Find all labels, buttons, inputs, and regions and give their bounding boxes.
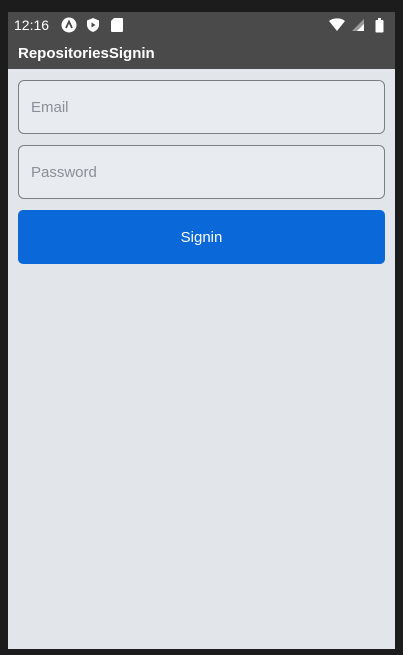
play-protect-icon: [85, 17, 101, 33]
status-bar: 12:16: [8, 12, 395, 38]
signal-icon: [350, 17, 366, 33]
sd-card-icon: [109, 17, 125, 33]
app-screen: 12:16 RepositoriesSignin Email Signin: [8, 12, 395, 649]
status-icons-right: [329, 17, 387, 33]
password-input[interactable]: [29, 162, 384, 182]
email-input[interactable]: [29, 97, 384, 117]
status-time: 12:16: [14, 17, 50, 33]
password-field[interactable]: [18, 145, 385, 199]
email-field[interactable]: [18, 80, 385, 134]
app-bar: RepositoriesSignin: [8, 38, 395, 69]
status-icons-left: [61, 17, 125, 33]
battery-icon: [371, 17, 387, 33]
signin-form: Signin: [8, 69, 395, 264]
page-title: RepositoriesSignin: [18, 45, 155, 62]
signin-button[interactable]: Signin: [18, 210, 385, 264]
wifi-icon: [329, 17, 345, 33]
notification-a-icon: [61, 17, 77, 33]
